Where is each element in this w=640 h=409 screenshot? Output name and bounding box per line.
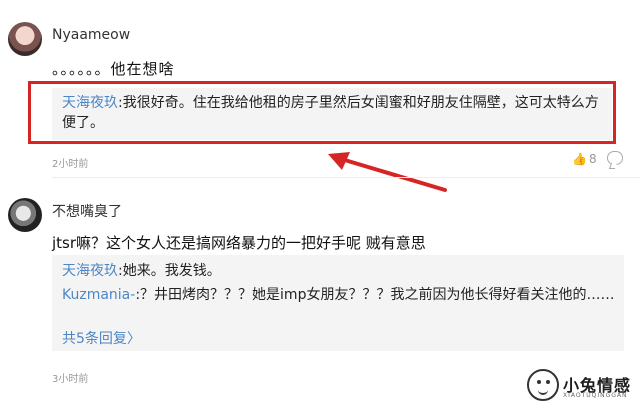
reply-author-link[interactable]: Kuzmania-	[62, 287, 135, 303]
reply-author-link[interactable]: 天海夜玖	[62, 263, 118, 279]
watermark-subtext: XIAOTUQINGGAN	[563, 392, 628, 399]
reply-line: 天海夜玖:她来。我发钱。	[62, 261, 221, 281]
comment-username[interactable]: Nyaameow	[52, 27, 130, 43]
comment-text: jtsr嘛？这个女人还是搞网络暴力的一把好手呢 贼有意思	[52, 234, 426, 252]
comment-icon[interactable]	[607, 151, 623, 165]
reply-text: :她来。我发钱。	[118, 263, 221, 279]
avatar[interactable]	[8, 22, 42, 56]
more-replies-link[interactable]: 共5条回复〉	[62, 328, 141, 348]
rabbit-logo-icon	[527, 369, 559, 401]
highlight-annotation-frame	[28, 81, 616, 144]
chevron-right-icon: 〉	[126, 331, 141, 347]
like-button[interactable]: 👍 8	[572, 152, 597, 166]
watermark: 小兔情感 XIAOTUQINGGAN	[519, 366, 640, 409]
comment-timestamp: 3小时前	[52, 374, 89, 385]
more-replies-label: 共5条回复	[62, 331, 127, 347]
reply-box: 天海夜玖:她来。我发钱。 Kuzmania-:？井田烤肉？？？她是imp女朋友？…	[52, 255, 624, 351]
comment-text: 。。。。。。他在想啥	[52, 60, 175, 78]
comment-timestamp: 2小时前	[52, 159, 89, 170]
thumbs-up-icon: 👍	[572, 152, 587, 166]
reply-line: Kuzmania-:？井田烤肉？？？她是imp女朋友？？？我之前因为他长得好看关…	[62, 285, 618, 305]
reply-text: :？井田烤肉？？？她是imp女朋友？？？我之前因为他长得好看关注他的……	[135, 287, 615, 303]
comment-username[interactable]: 不想嘴臭了	[52, 201, 122, 221]
avatar[interactable]	[8, 198, 42, 232]
like-count: 8	[588, 152, 597, 166]
